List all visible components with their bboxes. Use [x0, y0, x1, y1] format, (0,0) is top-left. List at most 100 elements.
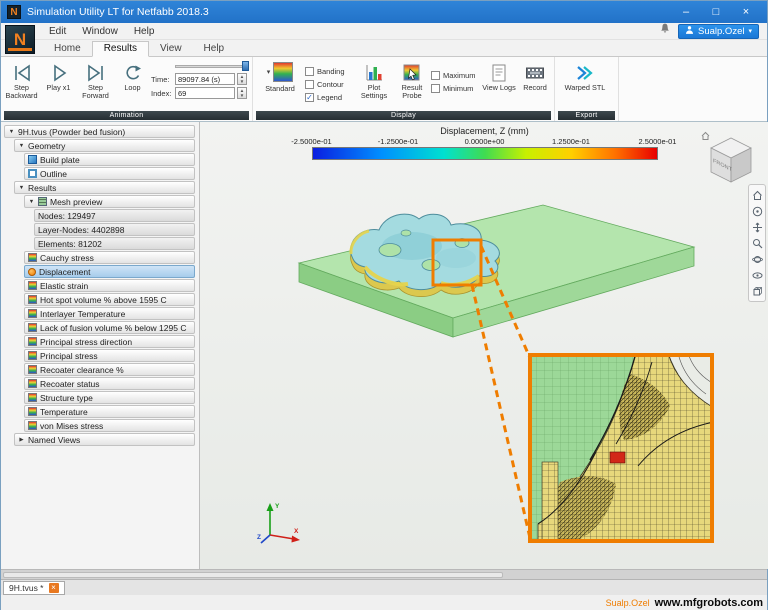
close-icon[interactable]: × [731, 1, 761, 23]
tree-item-recoater-clearance[interactable]: Recoater clearance % [24, 363, 195, 376]
orbit-icon[interactable] [750, 252, 764, 266]
maximum-checkbox[interactable] [431, 71, 440, 80]
tree-item-label: Temperature [40, 407, 88, 417]
result-icon [28, 393, 37, 402]
time-input[interactable] [175, 73, 235, 85]
plot-settings-button[interactable]: Plot Settings [355, 59, 393, 100]
contour-checkbox-row[interactable]: Contour [305, 79, 355, 90]
index-input[interactable] [175, 87, 235, 99]
minimum-checkbox-row[interactable]: Minimum [431, 83, 481, 94]
tree-item-label: Geometry [28, 141, 65, 151]
menu-help[interactable]: Help [126, 23, 163, 40]
standard-colormap-button[interactable]: ▾ Standard [255, 59, 305, 93]
home-view-icon[interactable] [750, 188, 764, 202]
window-title: Simulation Utility LT for Netfabb 2018.3 [27, 6, 671, 18]
group-label-animation: Animation [4, 111, 249, 120]
tree-item-structure-type[interactable]: Structure type [24, 391, 195, 404]
tree-item-root[interactable]: ▼ 9H.tvus (Powder bed fusion) [4, 125, 195, 138]
minimum-checkbox[interactable] [431, 84, 440, 93]
app-window: N Simulation Utility LT for Netfabb 2018… [0, 0, 768, 610]
tree-item-outline[interactable]: Outline [24, 167, 195, 180]
tree-item-principal-stress[interactable]: Principal stress [24, 349, 195, 362]
step-backward-button[interactable]: Step Backward [3, 59, 40, 100]
notification-bell-icon[interactable] [659, 22, 671, 40]
tree-item-lack-of-fusion[interactable]: Lack of fusion volume % below 1295 C [24, 321, 195, 334]
menu-window[interactable]: Window [74, 23, 126, 40]
banding-checkbox[interactable] [305, 67, 314, 76]
expand-arrow-icon[interactable]: ▼ [8, 129, 15, 135]
ribbon-group-display: ▾ Standard Banding Contour ✓ Legend [253, 57, 555, 121]
steering-wheel-icon[interactable] [750, 204, 764, 218]
tab-help[interactable]: Help [193, 42, 236, 56]
plot-settings-label: Plot Settings [355, 84, 393, 100]
expand-arrow-icon[interactable]: ▼ [28, 199, 35, 205]
tree-item-label: Interlayer Temperature [40, 309, 125, 319]
pan-icon[interactable] [750, 220, 764, 234]
record-button[interactable]: Record [517, 59, 553, 92]
document-tab-label: 9H.tvus * [9, 583, 44, 593]
tree-item-label: Recoater status [40, 379, 100, 389]
look-at-icon[interactable] [750, 268, 764, 282]
tab-home[interactable]: Home [43, 42, 92, 56]
tree-item-build-plate[interactable]: Build plate [24, 153, 195, 166]
menu-edit[interactable]: Edit [41, 23, 74, 40]
view-logs-button[interactable]: View Logs [481, 59, 517, 92]
document-tab[interactable]: 9H.tvus * × [3, 581, 65, 595]
tree-item-cauchy-stress[interactable]: Cauchy stress [24, 251, 195, 264]
tree-item-recoater-status[interactable]: Recoater status [24, 377, 195, 390]
warped-stl-button[interactable]: Warped STL [557, 59, 613, 92]
tab-view[interactable]: View [149, 42, 193, 56]
minmax-checkboxes: Maximum Minimum [431, 59, 481, 94]
tree-item-geometry[interactable]: ▼ Geometry [14, 139, 195, 152]
tree-item-hot-spot[interactable]: Hot spot volume % above 1595 C [24, 293, 195, 306]
view-cube[interactable]: FRONT [701, 130, 759, 188]
banding-checkbox-row[interactable]: Banding [305, 66, 355, 77]
spin-down-icon[interactable]: ▼ [238, 79, 246, 84]
horizontal-scrollbar-thumb[interactable] [3, 572, 503, 578]
horizontal-scrollbar[interactable] [1, 569, 767, 579]
maximum-checkbox-row[interactable]: Maximum [431, 70, 481, 81]
maximize-icon[interactable]: □ [701, 1, 731, 23]
tab-results[interactable]: Results [92, 41, 149, 57]
tree-item-displacement[interactable]: Displacement [24, 265, 195, 278]
minimize-icon[interactable]: – [671, 1, 701, 23]
loop-button[interactable]: Loop [114, 59, 151, 92]
time-spinner[interactable]: ▲ ▼ [237, 73, 247, 85]
tree-item-label: Results [28, 183, 56, 193]
collapse-arrow-icon[interactable]: ▶ [18, 437, 25, 443]
expand-arrow-icon[interactable]: ▼ [18, 185, 25, 191]
tree-item-temperature[interactable]: Temperature [24, 405, 195, 418]
step-backward-label: Step Backward [3, 84, 40, 100]
tree-item-label: Elastic strain [40, 281, 88, 291]
active-result-icon [28, 268, 36, 276]
zoom-icon[interactable] [750, 236, 764, 250]
document-tab-close-icon[interactable]: × [49, 583, 59, 593]
axis-z-label: Z [257, 534, 261, 541]
legend-checkbox-row[interactable]: ✓ Legend [305, 92, 355, 103]
legend-checkbox[interactable]: ✓ [305, 93, 314, 102]
netfabb-logo-button[interactable]: N [5, 25, 35, 54]
step-forward-button[interactable]: Step Forward [77, 59, 114, 100]
tree-item-interlayer-temperature[interactable]: Interlayer Temperature [24, 307, 195, 320]
play-button[interactable]: Play x1 [40, 59, 77, 92]
expand-arrow-icon[interactable]: ▼ [18, 143, 25, 149]
tree-item-von-mises-stress[interactable]: von Mises stress [24, 419, 195, 432]
zoom-inset-view [528, 353, 714, 543]
contour-checkbox[interactable] [305, 80, 314, 89]
tree-item-principal-stress-direction[interactable]: Principal stress direction [24, 335, 195, 348]
index-spinner[interactable]: ▲ ▼ [237, 87, 247, 99]
home-icon[interactable] [702, 133, 709, 140]
user-account-button[interactable]: Sualp.Ozel ▾ [678, 24, 759, 39]
view-box-icon[interactable] [750, 284, 764, 298]
chevron-down-icon[interactable]: ▾ [267, 68, 271, 76]
tree-item-mesh-preview[interactable]: ▼ Mesh preview [24, 195, 195, 208]
tree-item-results[interactable]: ▼ Results [14, 181, 195, 194]
spin-down-icon[interactable]: ▼ [238, 93, 246, 98]
tree-item-elastic-strain[interactable]: Elastic strain [24, 279, 195, 292]
tree-item-named-views[interactable]: ▶ Named Views [14, 433, 195, 446]
viewport-3d[interactable]: Displacement, Z (mm) -2.5000e-01 -1.2500… [200, 122, 768, 569]
step-backward-icon [11, 62, 33, 83]
result-probe-button[interactable]: Result Probe [393, 59, 431, 100]
time-slider[interactable] [175, 61, 249, 71]
time-slider-handle[interactable] [242, 61, 249, 71]
